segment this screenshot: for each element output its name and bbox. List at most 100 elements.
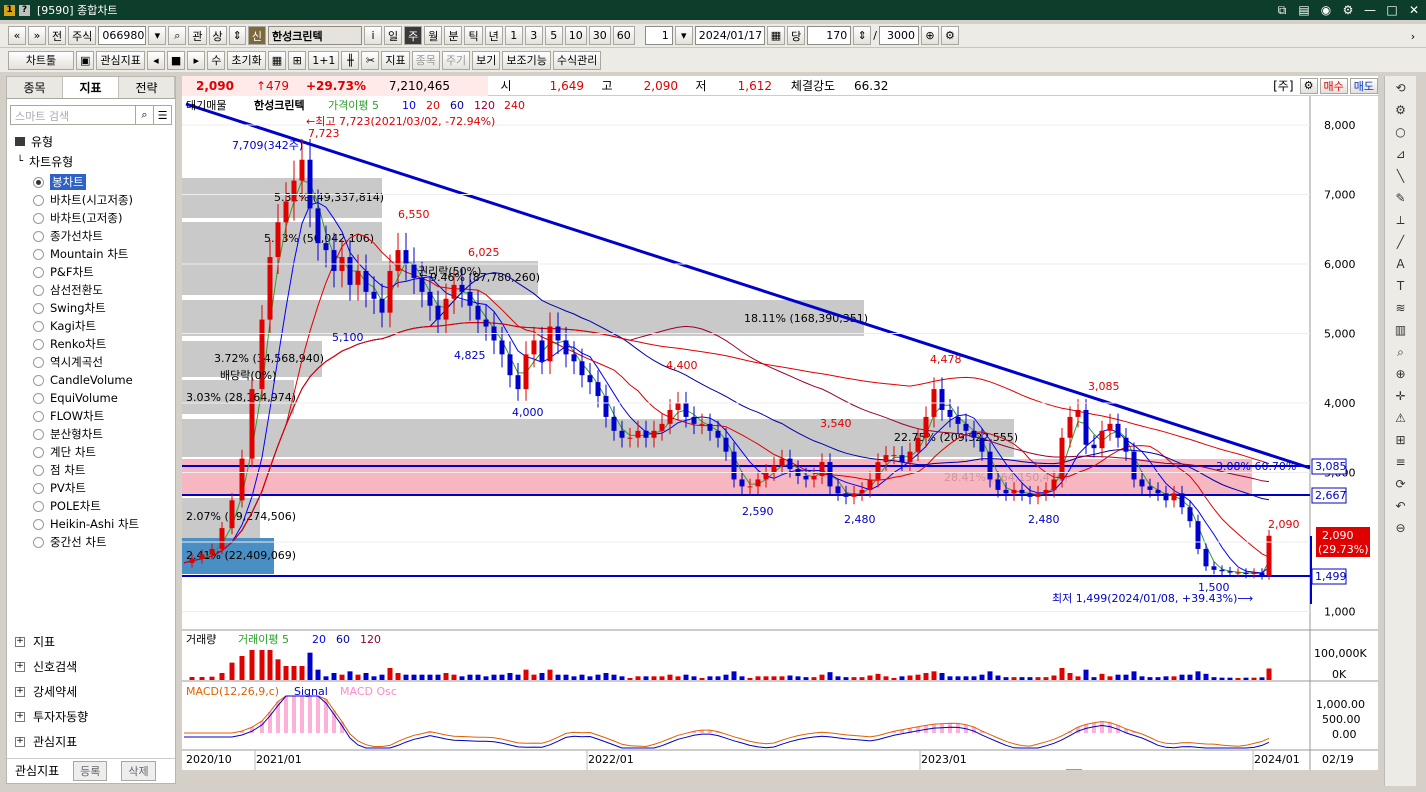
radio-icon[interactable] <box>33 536 44 548</box>
nav-up-button[interactable]: » <box>28 26 46 45</box>
search-icon[interactable]: ⌕ <box>168 26 187 45</box>
chart-type-item[interactable]: 역시계곡선 <box>7 353 175 371</box>
nav-first-button[interactable]: « <box>8 26 26 45</box>
minute-60[interactable]: 60 <box>612 26 635 45</box>
alert-icon[interactable]: ⚠ <box>1390 408 1412 428</box>
help-icon[interactable]: 1 <box>4 4 15 16</box>
minimize-icon[interactable]: — <box>1362 2 1378 18</box>
radio-icon[interactable] <box>33 230 44 242</box>
group-indicator[interactable]: + 지표 <box>7 629 175 654</box>
radio-icon[interactable] <box>33 266 44 278</box>
chart-type-item[interactable]: CandleVolume <box>7 371 175 389</box>
radio-icon[interactable] <box>33 302 44 314</box>
buy-button[interactable]: 매수 <box>1319 77 1348 94</box>
period-day[interactable]: 일 <box>383 26 403 45</box>
radio-icon[interactable] <box>33 518 44 530</box>
rotate-icon[interactable]: ⟲ <box>1390 78 1412 98</box>
zoom-out-icon[interactable]: ⊖ <box>1390 518 1412 538</box>
chart-area[interactable]: 5.31% (49,337,814) 5.33% (50,042,106) 9.46… <box>182 96 1378 770</box>
group-watch[interactable]: + 관심지표 <box>7 729 175 754</box>
chart-type-item[interactable]: FLOW차트 <box>7 407 175 425</box>
chart-type-item[interactable]: 바차트(시고저종) <box>7 191 175 209</box>
radio-icon[interactable] <box>33 464 44 476</box>
split-icon[interactable]: ⊞ <box>288 50 307 70</box>
count-spinner-icon[interactable]: ⇕ <box>853 26 872 45</box>
market-select[interactable]: 주식 <box>68 26 97 45</box>
period-year[interactable]: 년 <box>484 26 503 45</box>
grid-icon[interactable]: ⊞ <box>1390 430 1412 450</box>
pen-icon[interactable]: ✎ <box>1390 188 1412 208</box>
register-button[interactable]: 등록 <box>73 760 108 781</box>
chart-type-item[interactable]: 분산형차트 <box>7 425 175 443</box>
one-plus-one-icon[interactable]: 1+1 <box>308 50 340 70</box>
stop-icon[interactable]: ■ <box>166 50 186 70</box>
config-icon[interactable]: ⚙ <box>940 26 959 45</box>
scroll-right-icon[interactable]: ▸ <box>187 50 206 70</box>
radio-icon[interactable] <box>33 410 44 422</box>
line-icon[interactable]: ╲ <box>1390 166 1412 186</box>
info-icon[interactable]: ? <box>19 4 30 16</box>
search-icon[interactable]: ⌕ <box>136 105 154 125</box>
maximize-icon[interactable]: □ <box>1384 2 1400 18</box>
chart-type-item[interactable]: 점 차트 <box>7 461 175 479</box>
watch-indicator-button[interactable]: 관심지표 <box>96 50 145 70</box>
grid-icon[interactable]: ▦ <box>267 50 287 70</box>
chart-type-item[interactable]: 봉차트 <box>7 173 175 191</box>
sell-button[interactable]: 매도 <box>1349 77 1378 94</box>
zoom-icon[interactable]: ⌕ <box>1390 342 1412 362</box>
stock-name-field[interactable]: 한성크린텍 <box>267 26 362 45</box>
link-icon[interactable]: ⧉ <box>1274 2 1290 18</box>
radio-icon[interactable] <box>33 320 44 332</box>
date-input[interactable]: 2024/01/17 <box>694 26 765 45</box>
save-icon[interactable]: ▣ <box>76 50 95 70</box>
auto-icon[interactable]: A <box>1390 254 1412 274</box>
tab-stock[interactable]: 종목 <box>7 77 63 98</box>
indicator-button[interactable]: 지표 <box>381 50 410 70</box>
close-icon[interactable]: ✕ <box>1406 2 1422 18</box>
radio-icon[interactable] <box>33 212 44 224</box>
unit-input[interactable]: 1 <box>644 26 673 45</box>
settings-icon[interactable]: ⚙ <box>1299 77 1318 94</box>
chart-type-item[interactable]: PV차트 <box>7 479 175 497</box>
minute-1[interactable]: 1 <box>504 26 523 45</box>
scroll-left-icon[interactable]: ◂ <box>146 50 165 70</box>
period-minute[interactable]: 분 <box>444 26 463 45</box>
minute-3[interactable]: 3 <box>524 26 543 45</box>
chart-type-item[interactable]: Heikin-Ashi 차트 <box>7 515 175 533</box>
tab-indicator[interactable]: 지표 <box>63 77 119 98</box>
doc-icon[interactable]: ▤ <box>1296 2 1312 18</box>
group-investor[interactable]: + 투자자동향 <box>7 704 175 729</box>
minute-10[interactable]: 10 <box>564 26 587 45</box>
slash-icon[interactable]: ╱ <box>1390 232 1412 252</box>
tab-strategy[interactable]: 전략 <box>119 77 175 98</box>
circle-icon[interactable]: ○ <box>1390 122 1412 142</box>
chart-tool-button[interactable]: 차트툴 <box>8 50 74 70</box>
count-input[interactable]: 170 <box>807 26 852 45</box>
minute-30[interactable]: 30 <box>588 26 611 45</box>
view-button[interactable]: 보기 <box>472 50 501 70</box>
list-icon[interactable]: ☰ <box>154 105 172 125</box>
bars-icon[interactable]: ▥ <box>1390 320 1412 340</box>
toolbar-scroll-icon[interactable]: › <box>1404 24 1422 48</box>
magnify-icon[interactable]: ⊕ <box>1390 364 1412 384</box>
kwan-button[interactable]: 관 <box>188 26 207 45</box>
chart-type-item[interactable]: Kagi차트 <box>7 317 175 335</box>
radio-icon[interactable] <box>33 194 44 206</box>
chart-type-item[interactable]: 삼선전환도 <box>7 281 175 299</box>
prev-button[interactable]: 전 <box>48 26 67 45</box>
radio-icon[interactable] <box>33 284 44 296</box>
scroll-strip[interactable] <box>1066 769 1082 770</box>
radio-icon[interactable] <box>33 446 44 458</box>
group-strength[interactable]: + 강세약세 <box>7 679 175 704</box>
chart-type-item[interactable]: Renko차트 <box>7 335 175 353</box>
radio-icon[interactable] <box>33 392 44 404</box>
chart-type-item[interactable]: 중간선 차트 <box>7 533 175 551</box>
undo-icon[interactable]: ↶ <box>1390 496 1412 516</box>
chart-type-item[interactable]: P&F차트 <box>7 263 175 281</box>
radio-icon[interactable] <box>33 356 44 368</box>
formula-button[interactable]: 수식관리 <box>552 50 602 70</box>
camera-icon[interactable]: ◉ <box>1318 2 1334 18</box>
radio-icon[interactable] <box>33 482 44 494</box>
radio-icon[interactable] <box>33 500 44 512</box>
text-icon[interactable]: T <box>1390 276 1412 296</box>
